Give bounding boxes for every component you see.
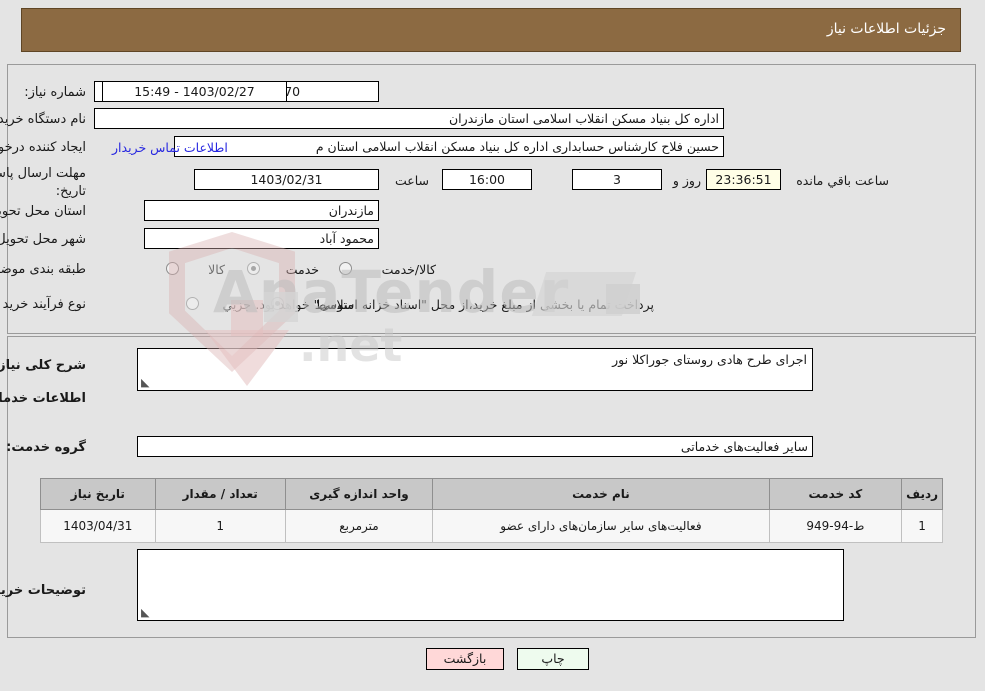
deadline-label-line2: تاریخ:	[56, 184, 87, 199]
buyer-notes-label: توضیحات خریدار:	[0, 583, 87, 598]
remaining-time-countdown: 23:36:51	[707, 169, 782, 190]
summary-textarea[interactable]: اجرای طرح هادی روستای جوراکلا نور ◢	[138, 348, 814, 391]
province-label: استان محل تحویل:	[0, 204, 87, 219]
buyer-contact-link[interactable]: اطلاعات تماس خریدار	[113, 140, 229, 155]
category-label: طبقه بندی موضوعی:	[0, 262, 87, 277]
print-button[interactable]: چاپ	[518, 648, 590, 670]
services-table: ردیف کد خدمت نام خدمت واحد اندازه گیری ت…	[41, 478, 944, 543]
radio-category-kala-khedmat-label: کالا/خدمت	[382, 262, 437, 277]
radio-category-khedmat-label: خدمت	[286, 262, 320, 277]
radio-category-kala-label: کالا	[209, 262, 226, 277]
cell-service-name: فعالیت‌های سایر سازمان‌های دارای عضو	[433, 509, 771, 543]
resize-handle-icon-notes[interactable]: ◢	[142, 606, 152, 619]
summary-label: شرح کلی نیاز:	[0, 358, 87, 373]
purchase-process-note: پرداخت تمام یا بخشی از مبلغ خرید،از محل …	[256, 297, 655, 312]
province-value: مازندران	[145, 200, 380, 221]
page-title: جزئیات اطلاعات نیاز	[827, 21, 947, 37]
radio-category-kala[interactable]	[167, 262, 180, 275]
radio-process-jozi[interactable]	[187, 297, 200, 310]
summary-textarea-value: اجرای طرح هادی روستای جوراکلا نور	[613, 352, 808, 367]
column-header-service-name: نام خدمت	[433, 478, 771, 510]
deadline-date-value: 1403/02/31	[195, 169, 380, 190]
city-label: شهر محل تحویل:	[0, 232, 87, 247]
buyer-org-label: نام دستگاه خریدار:	[0, 112, 87, 127]
service-group-value: سایر فعالیت‌های خدماتی	[138, 436, 814, 457]
services-section-heading: اطلاعات خدمات مورد نیاز	[0, 391, 87, 406]
deadline-hour-label: ساعت	[395, 173, 430, 188]
cell-row-no: 1	[902, 509, 944, 543]
page-header-bar: جزئیات اطلاعات نیاز	[22, 8, 962, 52]
column-header-unit: واحد اندازه گیری	[285, 478, 435, 510]
column-header-row-no: ردیف	[902, 478, 944, 510]
buyer-notes-textarea[interactable]: ◢	[138, 549, 845, 621]
cell-service-code: ط-94-949	[769, 509, 904, 543]
cell-unit: مترمربع	[285, 509, 435, 543]
radio-process-jozi-label: جزیي	[223, 297, 252, 312]
column-header-service-code: کد خدمت	[769, 478, 904, 510]
remaining-days-label: روز و	[673, 173, 702, 188]
table-header-row: ردیف کد خدمت نام خدمت واحد اندازه گیری ت…	[41, 478, 944, 510]
city-value: محمود آباد	[145, 228, 380, 249]
radio-category-kala-khedmat[interactable]	[340, 262, 353, 275]
radio-category-khedmat[interactable]	[248, 262, 261, 275]
remaining-time-label: ساعت باقي مانده	[797, 173, 890, 188]
purchase-process-label: نوع فرآیند خرید :	[0, 297, 87, 312]
deadline-hour-value: 16:00	[443, 169, 533, 190]
announce-datetime-value: 15:49 - 1403/02/27	[103, 81, 288, 102]
cell-quantity: 1	[155, 509, 287, 543]
remaining-days-value: 3	[573, 169, 663, 190]
requester-value: حسین فلاح کارشناس حسابداری اداره کل بنیا…	[175, 136, 725, 157]
cell-need-date: 1403/04/31	[41, 509, 157, 543]
buyer-org-value: اداره کل بنیاد مسکن انقلاب اسلامی استان …	[95, 108, 725, 129]
back-button[interactable]: بازگشت	[427, 648, 505, 670]
column-header-quantity: تعداد / مقدار	[155, 478, 287, 510]
service-group-label: گروه خدمت:	[7, 440, 87, 455]
requester-label: ایجاد کننده درخواست:	[0, 140, 87, 155]
table-row: 1 ط-94-949 فعالیت‌های سایر سازمان‌های دا…	[41, 509, 944, 543]
need-number-label: شماره نیاز:	[25, 85, 87, 100]
column-header-need-date: تاریخ نیاز	[41, 478, 157, 510]
deadline-label-line1: مهلت ارسال پاسخ: تا	[0, 166, 87, 181]
resize-handle-icon[interactable]: ◢	[142, 376, 152, 389]
need-summary-panel	[8, 64, 977, 334]
